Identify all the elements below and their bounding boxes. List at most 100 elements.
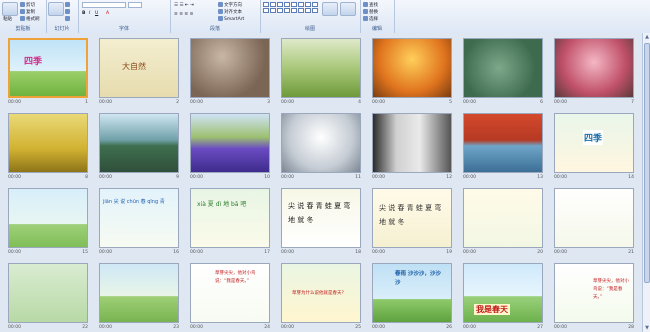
slide-meta: 00:00 21 bbox=[554, 249, 634, 256]
slide-thumbnail-2[interactable]: 大自然 bbox=[99, 38, 179, 98]
underline-button[interactable]: U bbox=[95, 11, 98, 17]
slide-meta: 00:00 14 bbox=[554, 174, 634, 181]
slide-timing: 00:00 bbox=[372, 175, 385, 180]
slide-timing: 00:00 bbox=[554, 250, 567, 255]
reset-button[interactable] bbox=[65, 9, 71, 16]
font-group-label: 字体 bbox=[118, 26, 129, 32]
slide-number: 23 bbox=[173, 325, 179, 330]
slide-thumbnail-22[interactable] bbox=[8, 263, 88, 323]
align-text-button[interactable]: 对齐文本 bbox=[218, 9, 242, 16]
text-direction-button[interactable]: 文字方向 bbox=[218, 2, 242, 9]
slide-thumbnail-1[interactable]: 四季 bbox=[8, 38, 88, 98]
slide-thumbnail-6[interactable] bbox=[463, 38, 543, 98]
slide-number: 5 bbox=[449, 100, 452, 105]
slide-thumbnail-28[interactable]: 草芽尖尖，他对小鸟说：“我是春天。” bbox=[554, 263, 634, 323]
slide-thumbnail-9[interactable] bbox=[99, 113, 179, 173]
slide-timing: 00:00 bbox=[463, 250, 476, 255]
slide-thumbnail-5[interactable] bbox=[372, 38, 452, 98]
slide-meta: 00:00 3 bbox=[190, 99, 270, 106]
slide-thumbnail-11[interactable] bbox=[281, 113, 361, 173]
slide-meta: 00:00 23 bbox=[99, 324, 179, 331]
drawing-group-label: 绘图 bbox=[304, 26, 315, 32]
ribbon: 粘贴 剪切 复制 格式刷 剪贴板 幻灯片 B I U A 字体 文字方向 对齐文… bbox=[0, 0, 650, 34]
vertical-scrollbar[interactable]: ▲ ▼ bbox=[642, 33, 650, 332]
slide-timing: 00:00 bbox=[281, 325, 294, 330]
delete-button[interactable] bbox=[65, 16, 71, 23]
slide-timing: 00:00 bbox=[372, 325, 385, 330]
scroll-up-arrow[interactable]: ▲ bbox=[643, 33, 650, 41]
slide-thumbnail-23[interactable] bbox=[99, 263, 179, 323]
bold-button[interactable]: B bbox=[82, 11, 85, 17]
slide-title: 尖 说 春 青 蛙 夏 弯 地 就 冬 bbox=[288, 202, 351, 224]
slide-timing: 00:00 bbox=[8, 325, 21, 330]
slide-number: 4 bbox=[358, 100, 361, 105]
slide-timing: 00:00 bbox=[8, 250, 21, 255]
copy-button[interactable]: 复制 bbox=[20, 9, 35, 16]
font-size-field[interactable] bbox=[128, 2, 142, 8]
slide-title: 大自然 bbox=[122, 62, 146, 71]
slide-title: 草芽尖尖，他对小鸟说：“我是春天。” bbox=[593, 279, 629, 300]
slide-timing: 00:00 bbox=[99, 325, 112, 330]
layout-button[interactable] bbox=[65, 2, 71, 9]
slide-thumbnail-26[interactable]: 春雨 沙沙沙，沙沙沙 bbox=[372, 263, 452, 323]
new-slide-button[interactable] bbox=[48, 2, 64, 16]
shapes-gallery[interactable] bbox=[263, 2, 318, 13]
slide-meta: 00:00 17 bbox=[190, 249, 270, 256]
slide-timing: 00:00 bbox=[8, 175, 21, 180]
font-name-field[interactable] bbox=[82, 2, 126, 8]
slide-thumbnail-20[interactable] bbox=[463, 188, 543, 248]
slide-thumbnail-14[interactable]: 四季 bbox=[554, 113, 634, 173]
slide-number: 3 bbox=[267, 100, 270, 105]
slide-thumbnail-17[interactable]: xià 夏 dì 地 bā 吧 bbox=[190, 188, 270, 248]
slide-thumbnail-7[interactable] bbox=[554, 38, 634, 98]
smartart-button[interactable]: SmartArt bbox=[218, 16, 244, 23]
slide-thumbnail-27[interactable]: 我是春天 bbox=[463, 263, 543, 323]
paste-button[interactable] bbox=[2, 2, 18, 16]
font-color-button[interactable]: A bbox=[106, 11, 109, 17]
slide-timing: 00:00 bbox=[372, 100, 385, 105]
slide-thumbnail-24[interactable]: 草芽尖尖，他对小鸟说：“我是春天。” bbox=[190, 263, 270, 323]
replace-button[interactable]: 替换 bbox=[363, 9, 378, 16]
slide-thumbnail-8[interactable] bbox=[8, 113, 88, 173]
slide-thumbnail-16[interactable]: jiān 尖 说 chūn 春 qīng 青 bbox=[99, 188, 179, 248]
slide-title: 四季 bbox=[24, 57, 43, 67]
slide-title: xià 夏 dì 地 bā 吧 bbox=[197, 201, 247, 208]
align-buttons[interactable]: ≡ ≡ ≡ ≡ bbox=[174, 12, 193, 18]
scroll-down-arrow[interactable]: ▼ bbox=[643, 324, 650, 332]
slide-number: 20 bbox=[537, 250, 543, 255]
select-button[interactable]: 选择 bbox=[363, 16, 378, 23]
slide-sorter[interactable]: 四季 00:00 1 大自然 00:00 2 00:00 3 00:00 4 00:00 5 00:00… bbox=[0, 33, 642, 332]
slide-thumbnail-12[interactable] bbox=[372, 113, 452, 173]
find-button[interactable]: 查找 bbox=[363, 2, 378, 9]
slide-thumbnail-13[interactable] bbox=[463, 113, 543, 173]
slide-thumbnail-18[interactable]: 尖 说 春 青 蛙 夏 弯 地 就 冬 bbox=[281, 188, 361, 248]
slide-number: 19 bbox=[446, 250, 452, 255]
slide-thumbnail-15[interactable] bbox=[8, 188, 88, 248]
slide-meta: 00:00 15 bbox=[8, 249, 88, 256]
format-painter-button[interactable]: 格式刷 bbox=[20, 16, 40, 23]
arrange-button[interactable] bbox=[322, 2, 338, 16]
quick-styles-button[interactable] bbox=[340, 2, 356, 16]
slide-thumbnail-4[interactable] bbox=[281, 38, 361, 98]
slide-meta: 00:00 16 bbox=[99, 249, 179, 256]
slide-thumbnail-3[interactable] bbox=[190, 38, 270, 98]
slide-thumbnail-10[interactable] bbox=[190, 113, 270, 173]
layout-icon bbox=[65, 2, 70, 7]
slide-meta: 00:00 12 bbox=[372, 174, 452, 181]
slide-number: 10 bbox=[264, 175, 270, 180]
slide-thumbnail-21[interactable] bbox=[554, 188, 634, 248]
editing-group-label: 编辑 bbox=[371, 26, 382, 32]
slide-number: 9 bbox=[176, 175, 179, 180]
ribbon-group-drawing: 绘图 bbox=[260, 0, 361, 33]
slide-thumbnail-19[interactable]: 尖 说 春 青 蛙 夏 弯 地 就 冬 bbox=[372, 188, 452, 248]
cut-button[interactable]: 剪切 bbox=[20, 2, 35, 9]
slide-meta: 00:00 5 bbox=[372, 99, 452, 106]
italic-button[interactable]: I bbox=[89, 11, 90, 17]
align-icon bbox=[218, 9, 223, 14]
scroll-thumb[interactable] bbox=[644, 43, 650, 283]
list-button[interactable]: ☰ ☰ ⇤ ⇥ bbox=[174, 3, 194, 9]
slide-timing: 00:00 bbox=[463, 175, 476, 180]
slide-thumbnail-25[interactable]: 草芽为什么说他就是春天？ bbox=[281, 263, 361, 323]
slide-number: 15 bbox=[82, 250, 88, 255]
slide-title: 草芽尖尖，他对小鸟说：“我是春天。” bbox=[215, 271, 256, 284]
